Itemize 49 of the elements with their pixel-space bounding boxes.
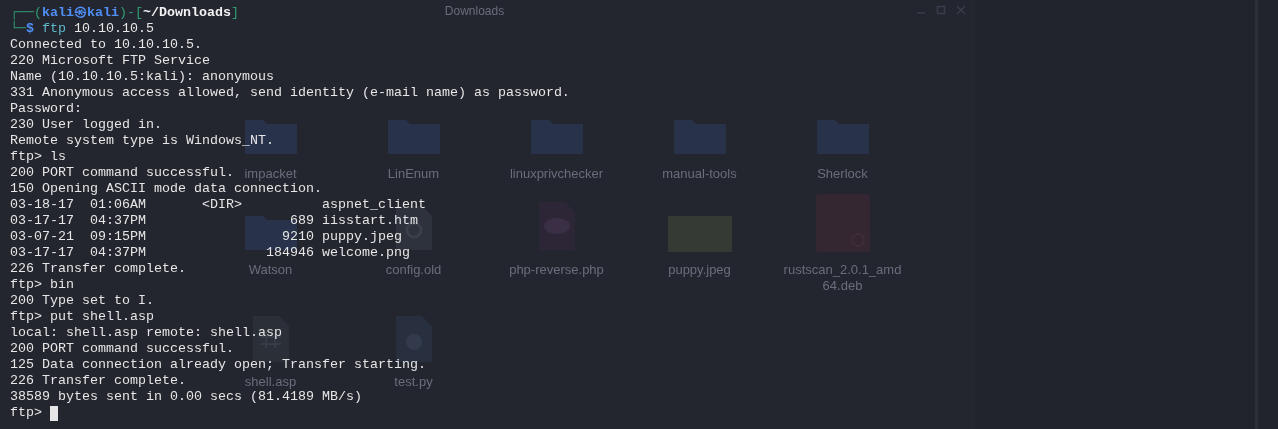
terminal-line: 200 PORT command successful. [10, 341, 234, 356]
terminal-line: 03-18-17 01:06AM <DIR> aspnet_client [10, 197, 426, 212]
terminal-line: ftp> bin [10, 277, 74, 292]
file-label[interactable]: rustscan_2.0.1_amd64.deb [783, 262, 902, 294]
terminal-line: 125 Data connection already open; Transfer starting. [10, 357, 426, 372]
terminal-line: 200 Type set to I. [10, 293, 154, 308]
terminal-line: Name (10.10.10.5:kali): anonymous [10, 69, 274, 84]
terminal-line: Remote system type is Windows_NT. [10, 133, 274, 148]
file-label[interactable]: test.py [394, 374, 433, 390]
file-label[interactable]: shell.asp [244, 374, 297, 390]
prompt-user: kali㉿kali [42, 5, 119, 21]
file-label[interactable]: php-reverse.php [509, 262, 604, 278]
close-icon[interactable] [955, 4, 967, 16]
file-label[interactable]: manual-tools [662, 166, 737, 182]
prompt-frame: ] [231, 5, 239, 21]
terminal-line: 220 Microsoft FTP Service [10, 53, 210, 68]
file-label[interactable]: Sherlock [817, 166, 868, 182]
file-label[interactable]: puppy.jpeg [668, 262, 731, 278]
window-title: Downloads [444, 3, 505, 20]
terminal-line: 03-17-17 04:37PM 184946 welcome.png [10, 245, 410, 260]
file-label[interactable]: LinEnum [387, 166, 440, 182]
terminal-line: 03-17-17 04:37PM 689 iisstart.htm [10, 213, 418, 228]
terminal-line: 200 PORT command successful. [10, 165, 234, 180]
prompt-frame: └─ [10, 21, 26, 37]
prompt-path: ~/Downloads [143, 5, 231, 21]
prompt-frame: )-[ [119, 5, 143, 21]
maximize-icon[interactable] [935, 4, 947, 16]
file-label[interactable]: linuxprivchecker [509, 166, 604, 182]
terminal-line: ftp> put shell.asp [10, 309, 154, 324]
terminal-line: ftp> ls [10, 149, 66, 164]
package-icon [815, 194, 870, 252]
file-label[interactable]: config.old [385, 262, 442, 278]
terminal-line: Connected to 10.10.10.5. [10, 37, 202, 52]
command-name: ftp [42, 21, 66, 37]
terminal-line: 38589 bytes sent in 0.00 secs (81.4189 MB/s) [10, 389, 362, 404]
prompt-sigil: $ [26, 21, 34, 37]
command-argument: 10.10.10.5 [74, 21, 154, 37]
terminal-line: 03-07-21 09:15PM 9210 puppy.jpeg [10, 229, 402, 244]
prompt-frame: ┌──( [10, 5, 42, 21]
terminal-line: 226 Transfer complete. [10, 373, 186, 388]
terminal-line: local: shell.asp remote: shell.asp [10, 325, 282, 340]
terminal-line: Password: [10, 101, 82, 116]
terminal-line: 150 Opening ASCII mode data connection. [10, 181, 322, 196]
ftp-prompt: ftp> [10, 405, 42, 421]
terminal-line: 230 User logged in. [10, 117, 162, 132]
terminal-line: 331 Anonymous access allowed, send identity (e-mail name) as password. [10, 85, 570, 100]
file-label[interactable]: impacket [244, 166, 297, 182]
file-label[interactable]: Watson [248, 262, 293, 278]
terminal-line: 226 Transfer complete. [10, 261, 186, 276]
